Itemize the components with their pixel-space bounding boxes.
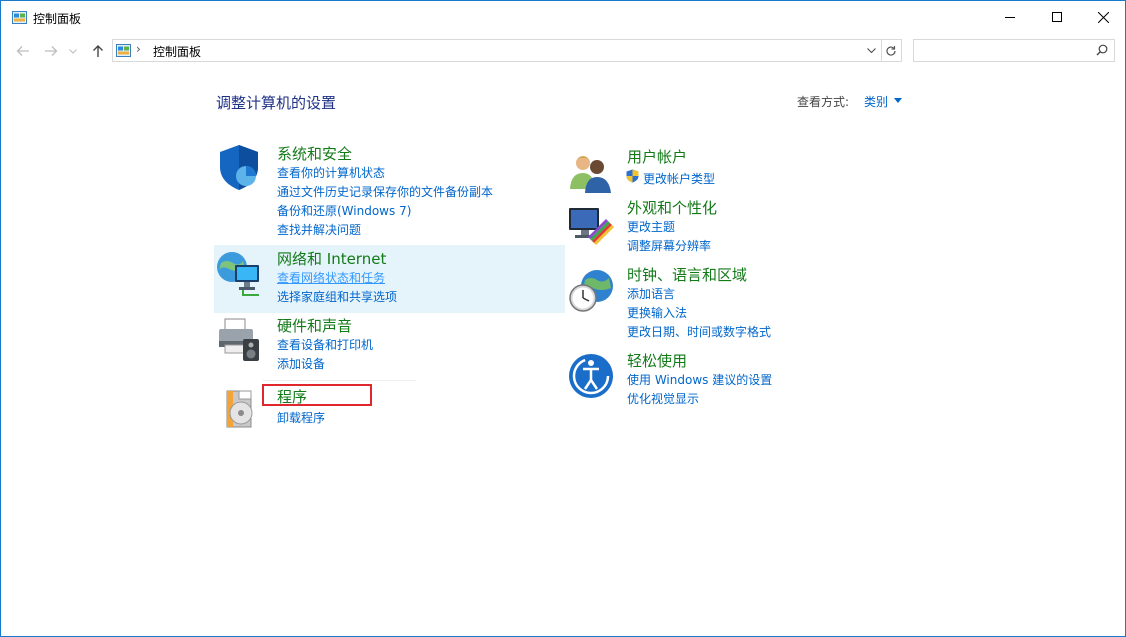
shield-icon	[220, 145, 258, 190]
back-button[interactable]	[14, 41, 32, 61]
link-change-date-time-format[interactable]: 更改日期、时间或数字格式	[627, 323, 771, 340]
forward-button[interactable]	[42, 41, 60, 61]
recent-locations-button[interactable]	[67, 41, 79, 61]
refresh-icon	[886, 45, 896, 56]
back-arrow-icon	[16, 46, 29, 56]
search-box[interactable]	[913, 39, 1115, 62]
breadcrumb-separator-icon[interactable]: ›	[136, 42, 141, 56]
link-change-input-method[interactable]: 更换输入法	[627, 304, 687, 321]
search-icon	[1096, 44, 1108, 56]
printer-icon	[219, 318, 259, 361]
control-panel-app-icon	[12, 11, 27, 24]
navigation-bar: › 控制面板	[1, 37, 1125, 65]
category-title-network-internet[interactable]: 网络和 Internet	[277, 248, 386, 269]
caret-down-icon[interactable]	[894, 98, 902, 103]
refresh-button[interactable]	[881, 39, 902, 62]
control-panel-window: 控制面板 › 控制面板 调整计算机的设置 查看方式: 类别 系统和安全 查看你的…	[0, 0, 1126, 637]
page-heading: 调整计算机的设置	[216, 94, 337, 112]
up-arrow-icon	[93, 45, 103, 57]
control-panel-icon	[116, 44, 131, 57]
category-title-hardware-sound[interactable]: 硬件和声音	[277, 315, 352, 336]
divider	[263, 380, 416, 381]
link-optimize-visual-display[interactable]: 优化视觉显示	[627, 390, 699, 407]
link-uninstall-program[interactable]: 卸载程序	[277, 409, 325, 426]
network-globe-icon	[217, 252, 259, 296]
category-title-ease-of-access[interactable]: 轻松使用	[627, 350, 687, 371]
link-change-account-type[interactable]: 更改帐户类型	[643, 170, 715, 187]
category-title-appearance[interactable]: 外观和个性化	[627, 197, 717, 218]
link-backup-restore[interactable]: 备份和还原(Windows 7)	[277, 202, 411, 219]
up-button[interactable]	[89, 41, 107, 61]
category-title-system-security[interactable]: 系统和安全	[277, 143, 352, 164]
link-devices-printers[interactable]: 查看设备和打印机	[277, 336, 373, 353]
minimize-button[interactable]	[987, 1, 1033, 33]
close-button[interactable]	[1080, 1, 1126, 33]
category-title-user-accounts[interactable]: 用户帐户	[627, 146, 687, 167]
link-recommended-settings[interactable]: 使用 Windows 建议的设置	[627, 371, 772, 388]
link-change-theme[interactable]: 更改主题	[627, 218, 675, 235]
address-dropdown-button[interactable]	[864, 43, 878, 58]
address-bar[interactable]: › 控制面板	[112, 39, 882, 62]
ease-of-access-icon	[569, 354, 613, 398]
monitor-color-icon	[569, 208, 615, 246]
link-add-device[interactable]: 添加设备	[277, 355, 325, 372]
category-title-clock-language-region[interactable]: 时钟、语言和区域	[627, 264, 747, 285]
uac-shield-icon	[626, 169, 639, 183]
link-file-history-backup[interactable]: 通过文件历史记录保存你的文件备份副本	[277, 183, 493, 200]
minimize-icon	[1005, 17, 1015, 18]
link-troubleshoot[interactable]: 查找并解决问题	[277, 221, 361, 238]
link-add-language[interactable]: 添加语言	[627, 285, 675, 302]
programs-disc-icon	[226, 390, 253, 428]
chevron-down-icon	[69, 48, 77, 54]
users-icon	[570, 156, 611, 193]
close-icon	[1097, 11, 1109, 23]
forward-arrow-icon	[45, 46, 58, 56]
link-homegroup-sharing[interactable]: 选择家庭组和共享选项	[277, 288, 397, 305]
view-by-dropdown[interactable]: 类别	[864, 93, 888, 110]
link-screen-resolution[interactable]: 调整屏幕分辨率	[627, 237, 711, 254]
maximize-icon	[1052, 12, 1062, 22]
breadcrumb-control-panel[interactable]: 控制面板	[153, 43, 201, 60]
link-view-computer-status[interactable]: 查看你的计算机状态	[277, 164, 385, 181]
selection-highlight-box	[262, 384, 372, 406]
maximize-button[interactable]	[1034, 1, 1080, 33]
window-title: 控制面板	[33, 12, 82, 26]
link-network-status[interactable]: 查看网络状态和任务	[277, 269, 385, 286]
view-by-label: 查看方式:	[797, 95, 850, 109]
title-bar: 控制面板	[1, 1, 1125, 33]
chevron-down-icon	[866, 48, 876, 53]
clock-globe-icon	[569, 270, 613, 312]
